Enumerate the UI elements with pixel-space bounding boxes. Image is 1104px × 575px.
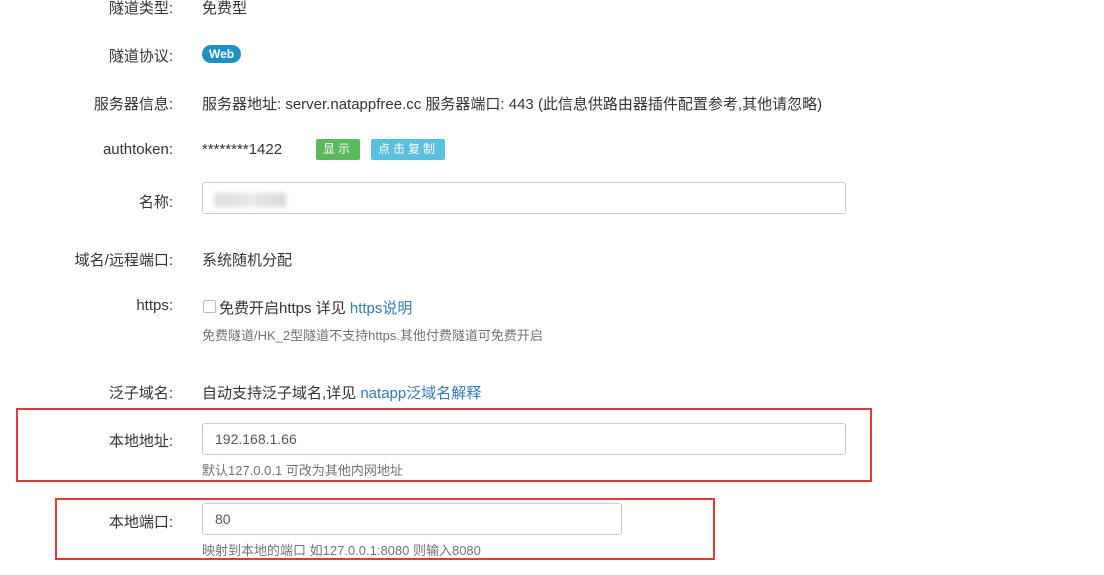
https-option: 免费开启https 详见 https说明 bbox=[219, 297, 412, 318]
copy-token-button[interactable]: 点击复制 bbox=[371, 139, 446, 160]
web-protocol-badge: Web bbox=[202, 45, 242, 63]
https-help-text: 免费隧道/HK_2型隧道不支持https.其他付费隧道可免费开启 bbox=[202, 328, 543, 343]
name-input[interactable] bbox=[202, 182, 846, 214]
wildcard-info: 自动支持泛子域名,详见 natapp泛域名解释 bbox=[202, 382, 481, 403]
redacted-name-blur bbox=[214, 193, 286, 207]
tunnel-type-value: 免费型 bbox=[202, 0, 248, 17]
local-port-input[interactable]: 80 bbox=[202, 503, 622, 535]
authtoken-label: authtoken: bbox=[102, 141, 173, 158]
domain-port-value: 系统随机分配 bbox=[202, 252, 293, 269]
tunnel-type-label: 隧道类型: bbox=[108, 0, 173, 17]
domain-port-label: 域名/远程端口: bbox=[74, 252, 173, 269]
tunnel-protocol-label: 隧道协议: bbox=[108, 48, 173, 65]
https-checkbox[interactable] bbox=[203, 300, 216, 313]
show-token-button[interactable]: 显示 bbox=[316, 139, 361, 160]
local-address-input[interactable]: 192.168.1.66 bbox=[202, 423, 846, 455]
name-label: 名称: bbox=[138, 194, 173, 211]
https-doc-link[interactable]: https说明 bbox=[350, 300, 413, 317]
wildcard-doc-link[interactable]: natapp泛域名解释 bbox=[360, 385, 481, 402]
local-address-help: 默认127.0.0.1 可改为其他内网地址 bbox=[202, 463, 403, 478]
https-label: https: bbox=[136, 297, 173, 314]
https-checkbox-text: 免费开启https 详见 bbox=[219, 300, 350, 317]
wildcard-text: 自动支持泛子域名,详见 bbox=[202, 385, 361, 402]
local-address-label: 本地地址: bbox=[108, 433, 173, 450]
authtoken-value: ********1422 bbox=[202, 141, 283, 158]
server-info-value: 服务器地址: server.natappfree.cc 服务器端口: 443 (… bbox=[202, 96, 823, 113]
wildcard-label: 泛子域名: bbox=[108, 385, 173, 402]
server-info-label: 服务器信息: bbox=[93, 96, 173, 113]
local-port-label: 本地端口: bbox=[108, 514, 173, 531]
local-port-help: 映射到本地的端口 如127.0.0.1:8080 则输入8080 bbox=[202, 543, 481, 558]
